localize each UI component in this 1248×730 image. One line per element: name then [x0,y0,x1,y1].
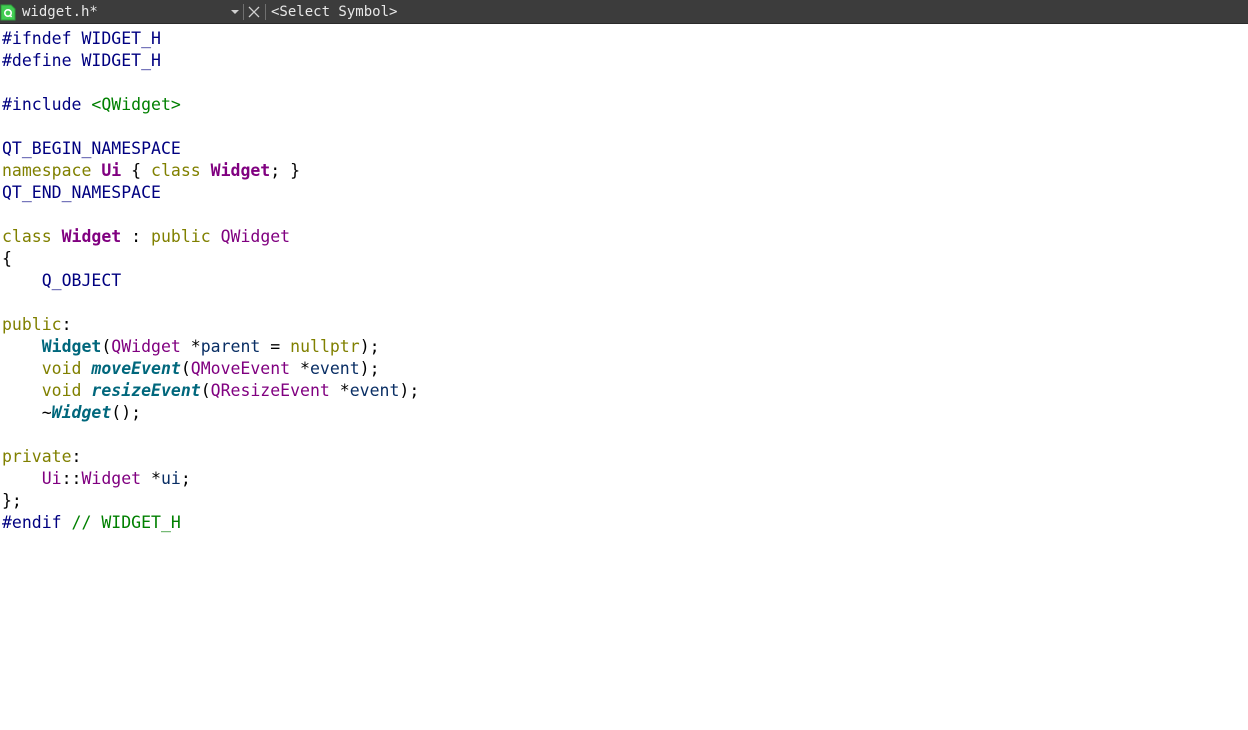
code-token: * [180,337,201,356]
code-token: QT_END_NAMESPACE [2,183,161,202]
code-token: ~ [2,403,52,422]
code-token: QWidget [111,337,181,356]
code-token: Widget [210,161,271,180]
code-token: event [349,381,400,400]
code-token: // WIDGET_H [71,513,181,532]
code-token: Widget [41,337,102,356]
code-token: { [2,249,12,268]
code-token: <QWidget> [91,95,181,114]
code-token: Widget [61,227,122,246]
code-token: void [41,381,92,400]
code-token: Widget [81,469,142,488]
code-token: nullptr [290,337,360,356]
code-line[interactable]: private: [2,446,1248,468]
code-line[interactable]: public: [2,314,1248,336]
code-token: #ifndef WIDGET_H [2,29,161,48]
code-token: ( [200,381,211,400]
code-line[interactable]: class Widget : public QWidget [2,226,1248,248]
code-token: ; [180,469,191,488]
code-line[interactable]: ~Widget(); [2,402,1248,424]
code-token: Q_OBJECT [41,271,122,290]
code-line[interactable]: QT_BEGIN_NAMESPACE [2,138,1248,160]
code-token: #define WIDGET_H [2,51,161,70]
qt-file-icon [0,3,16,21]
code-token: }; [2,491,22,510]
code-token: class [151,161,211,180]
code-token: = [260,337,291,356]
code-token: * [329,381,350,400]
code-token: event [309,359,360,378]
code-token: : [61,315,72,334]
code-token: { [121,161,152,180]
code-token: QT_BEGIN_NAMESPACE [2,139,181,158]
code-line[interactable]: void moveEvent(QMoveEvent *event); [2,358,1248,380]
code-token: Ui [101,161,122,180]
code-token: QWidget [220,227,291,246]
code-token: QResizeEvent [210,381,330,400]
code-token: namespace [2,161,102,180]
code-token: Ui [41,469,62,488]
code-line[interactable]: Ui::Widget *ui; [2,468,1248,490]
code-line[interactable]: #endif // WIDGET_H [2,512,1248,534]
code-token: #include [2,95,92,114]
code-token: (); [111,403,142,422]
code-token: * [290,359,310,378]
code-line[interactable]: }; [2,490,1248,512]
code-token: private [2,447,72,466]
code-line[interactable]: QT_END_NAMESPACE [2,182,1248,204]
code-line[interactable]: void resizeEvent(QResizeEvent *event); [2,380,1248,402]
code-token: parent [200,337,261,356]
chevron-down-icon[interactable] [229,4,241,20]
editor-toolbar: widget.h* <Select Symbol> [0,0,1248,24]
code-line[interactable]: Q_OBJECT [2,270,1248,292]
toolbar-divider [243,4,244,20]
code-line[interactable]: ​ [2,204,1248,226]
code-token: Widget [51,403,112,422]
code-line[interactable]: Widget(QWidget *parent = nullptr); [2,336,1248,358]
code-line[interactable]: ​ [2,424,1248,446]
code-token: ( [101,337,112,356]
code-token: * [141,469,161,488]
code-line[interactable]: { [2,248,1248,270]
code-line[interactable]: #ifndef WIDGET_H [2,28,1248,50]
code-line[interactable]: ​ [2,116,1248,138]
code-token: ui [160,469,181,488]
code-token: class [2,227,62,246]
code-token: ( [180,359,191,378]
code-line[interactable]: namespace Ui { class Widget; } [2,160,1248,182]
code-line[interactable]: ​ [2,72,1248,94]
close-icon[interactable] [247,4,261,20]
code-token: ); [359,337,380,356]
code-token: : [121,227,152,246]
code-token: QMoveEvent [190,359,291,378]
toolbar-divider [265,4,266,20]
code-token: ); [359,359,380,378]
code-editor[interactable]: #ifndef WIDGET_H#define WIDGET_H​#includ… [2,28,1248,730]
code-line[interactable]: #include <QWidget> [2,94,1248,116]
code-line[interactable]: #define WIDGET_H [2,50,1248,72]
code-token: void [41,359,92,378]
code-line[interactable]: ​ [2,292,1248,314]
code-token: public [151,227,221,246]
open-file-name[interactable]: widget.h* [22,3,98,21]
symbol-selector[interactable]: <Select Symbol> [271,3,397,21]
code-token: #endif [2,513,72,532]
code-token: moveEvent [91,359,181,378]
code-token: ; } [270,161,301,180]
code-token: :: [61,469,82,488]
code-token: ); [399,381,420,400]
code-token: : [71,447,82,466]
code-token: public [2,315,62,334]
code-token: resizeEvent [91,381,201,400]
